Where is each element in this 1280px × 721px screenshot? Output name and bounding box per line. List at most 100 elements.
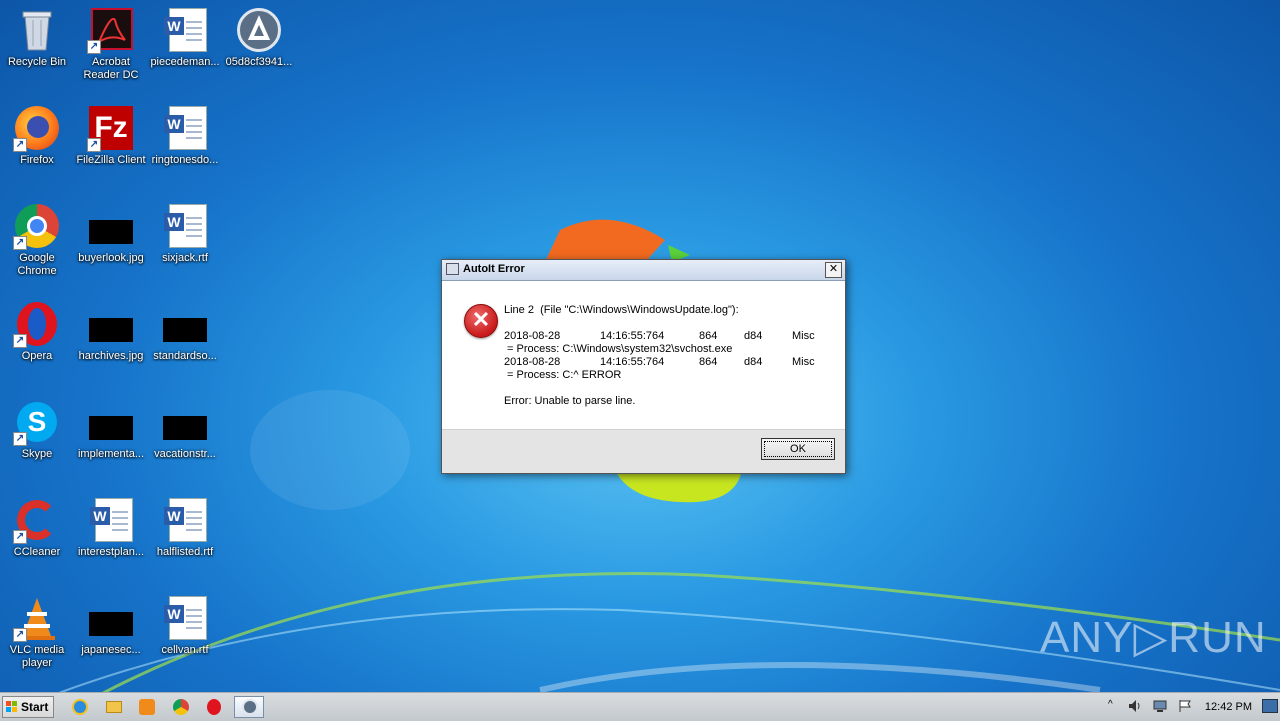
desktop-icon-google-chrome[interactable]: ↗ Google Chrome	[0, 196, 74, 288]
shortcut-arrow-icon: ↗	[13, 236, 27, 250]
desktop-icon-ccleaner[interactable]: ↗ CCleaner	[0, 490, 74, 582]
desktop-icon-piecedeman[interactable]: W piecedeman...	[148, 0, 222, 92]
action-center-flag-icon[interactable]	[1178, 699, 1192, 713]
desktop-icon-implementa[interactable]: implementa...	[74, 392, 148, 484]
desktop-icon-japanesec[interactable]: japanesec...	[74, 588, 148, 680]
icon-label: standardso...	[153, 350, 217, 362]
icon-label: sixjack.rtf	[162, 252, 208, 264]
start-button[interactable]: Start	[2, 696, 54, 718]
shortcut-arrow-icon: ↗	[13, 530, 27, 544]
filezilla-icon: Fz ↗	[87, 104, 135, 152]
icon-label: Skype	[21, 448, 53, 460]
image-thumbnail-icon	[87, 398, 135, 446]
desktop-icon-vacationstr[interactable]: vacationstr...	[148, 392, 222, 484]
log-category: Misc	[792, 356, 815, 368]
log-date: 2018-08-28	[504, 330, 561, 342]
icon-label: VLC media player	[9, 644, 65, 669]
log-row: 2018-08-28 14:16:55:764 864 d84 Misc	[504, 356, 839, 369]
log-pid: 864	[699, 330, 718, 342]
network-icon[interactable]	[1153, 699, 1167, 713]
icon-label: Opera	[21, 350, 53, 362]
desktop-icon-standardso[interactable]: standardso...	[148, 294, 222, 386]
desktop-icon-recycle-bin[interactable]: Recycle Bin	[0, 0, 74, 92]
icon-label: interestplan...	[77, 546, 145, 558]
ccleaner-icon: ↗	[13, 496, 61, 544]
desktop-icon-buyerlook[interactable]: buyerlook.jpg	[74, 196, 148, 288]
dialog-titlebar[interactable]: AutoIt Error ✕	[442, 260, 845, 281]
icon-label: Recycle Bin	[7, 56, 67, 68]
message-line: Line 2 (File "C:\Windows\WindowsUpdate.l…	[504, 304, 739, 316]
show-hidden-icons-button[interactable]: ^	[1108, 699, 1113, 710]
log-time: 14:16:55:764	[600, 330, 665, 342]
word-document-icon: W	[87, 496, 135, 544]
icon-label: Google Chrome	[17, 252, 57, 277]
desktop-icon-interestplan[interactable]: W interestplan...	[74, 490, 148, 582]
autoit-taskbar-icon[interactable]	[234, 696, 264, 718]
file-explorer-icon[interactable]	[102, 696, 126, 718]
error-summary: Error: Unable to parse line.	[504, 395, 636, 407]
icon-label: FileZilla Client	[76, 154, 146, 166]
log-time: 14:16:55:764	[600, 356, 665, 368]
desktop-icon-acrobat-reader[interactable]: ↗ Acrobat Reader DC	[74, 0, 148, 92]
icon-label: Firefox	[20, 154, 54, 166]
icon-label: ringtonesdo...	[151, 154, 219, 166]
chrome-taskbar-icon[interactable]	[169, 696, 193, 718]
desktop-icon-opera[interactable]: ↗ Opera	[0, 294, 74, 386]
shortcut-arrow-icon: ↗	[13, 628, 27, 642]
shortcut-arrow-icon: ↗	[13, 334, 27, 348]
image-thumbnail-icon	[161, 398, 209, 446]
error-message: Line 2 (File "C:\Windows\WindowsUpdate.l…	[504, 304, 839, 408]
firefox-icon: ↗	[13, 104, 61, 152]
desktop-icon-ringtonesdo[interactable]: W ringtonesdo...	[148, 98, 222, 190]
desktop-icon-harchives[interactable]: harchives.jpg	[74, 294, 148, 386]
word-document-icon: W	[161, 104, 209, 152]
close-button[interactable]: ✕	[825, 262, 842, 278]
skype-icon: S ↗	[13, 398, 61, 446]
icon-label: harchives.jpg	[78, 350, 144, 362]
windows-logo-icon	[6, 701, 17, 712]
desktop-icon-filezilla[interactable]: Fz ↗ FileZilla Client	[74, 98, 148, 190]
opera-icon: ↗	[13, 300, 61, 348]
desktop-icon-cellvan[interactable]: W cellvan.rtf	[148, 588, 222, 680]
log-continuation: = Process: C:^ ERROR	[504, 369, 622, 381]
log-continuation: = Process: C:\Windows\system32\svchost.e…	[504, 343, 733, 355]
icon-label: implementa...	[77, 448, 145, 460]
icon-label: cellvan.rtf	[161, 644, 209, 656]
log-category: Misc	[792, 330, 815, 342]
desktop-icon-autoit-file[interactable]: 05d8cf3941...	[222, 0, 296, 92]
desktop-icon-vlc[interactable]: ↗ VLC media player	[0, 588, 74, 680]
autoit-icon	[235, 6, 283, 54]
log-tid: d84	[744, 330, 763, 342]
desktop-icon-sixjack[interactable]: W sixjack.rtf	[148, 196, 222, 288]
icon-label: japanesec...	[81, 644, 141, 656]
show-desktop-button[interactable]	[1262, 699, 1278, 713]
error-icon: ✕	[464, 304, 498, 338]
desktop-icon-skype[interactable]: S ↗ Skype	[0, 392, 74, 484]
desktop-icon-firefox[interactable]: ↗ Firefox	[0, 98, 74, 190]
icon-label: halflisted.rtf	[156, 546, 214, 558]
icon-label: piecedeman...	[150, 56, 220, 68]
recycle-bin-icon	[13, 6, 61, 54]
desktop-icon-halflisted[interactable]: W halflisted.rtf	[148, 490, 222, 582]
dialog-title: AutoIt Error	[463, 263, 525, 275]
word-document-icon: W	[161, 202, 209, 250]
dialog-footer: OK	[442, 429, 845, 473]
app-window-icon	[446, 263, 459, 275]
word-document-icon: W	[161, 594, 209, 642]
image-thumbnail-icon	[87, 594, 135, 642]
word-document-icon: W	[161, 6, 209, 54]
acrobat-icon: ↗	[87, 6, 135, 54]
ok-button[interactable]: OK	[761, 438, 835, 460]
opera-taskbar-icon[interactable]	[202, 696, 226, 718]
icon-label: vacationstr...	[154, 448, 216, 460]
icon-label: Acrobat Reader DC	[83, 56, 139, 81]
icon-label: buyerlook.jpg	[78, 252, 144, 264]
log-date: 2018-08-28	[504, 356, 561, 368]
image-thumbnail-icon	[161, 300, 209, 348]
volume-icon[interactable]	[1128, 699, 1142, 713]
system-clock[interactable]: 12:42 PM	[1205, 701, 1252, 713]
shortcut-arrow-icon: ↗	[13, 138, 27, 152]
media-player-icon[interactable]	[135, 696, 159, 718]
internet-explorer-icon[interactable]	[68, 696, 92, 718]
autoit-error-dialog: AutoIt Error ✕ ✕ Line 2 (File "C:\Window…	[441, 259, 846, 474]
